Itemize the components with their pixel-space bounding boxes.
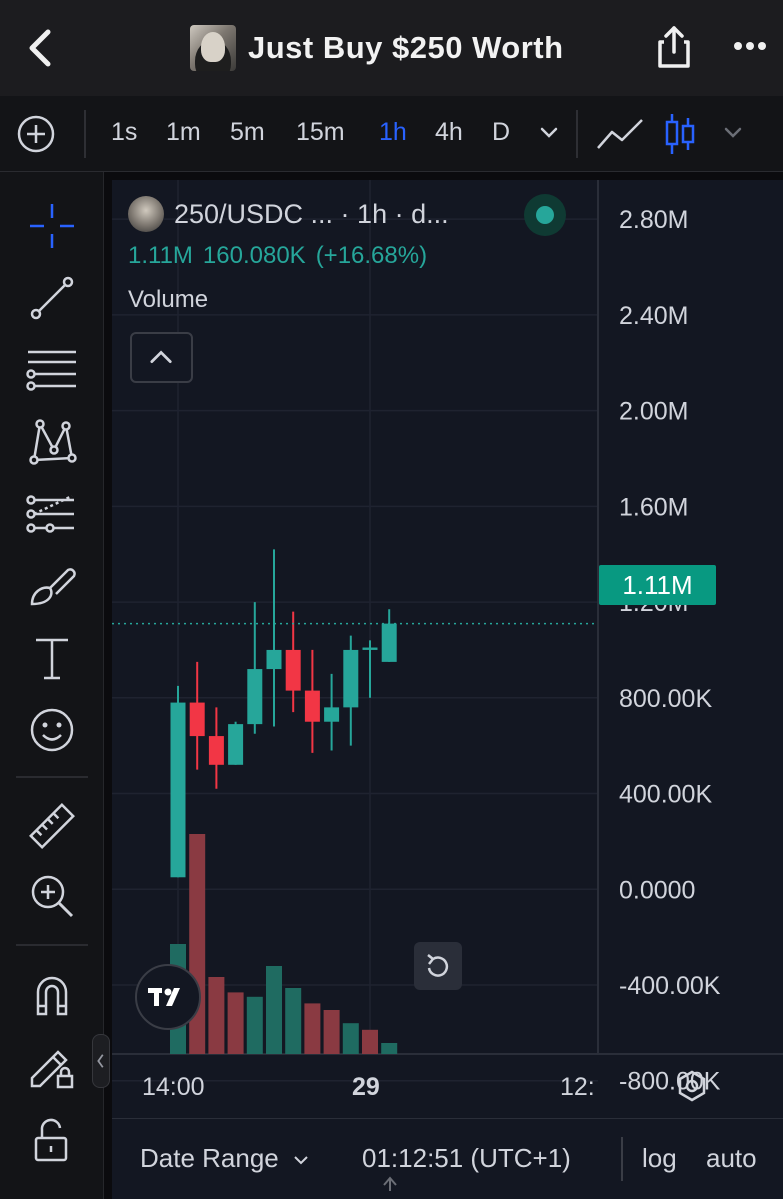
top-bar: Just Buy $250 Worth — [0, 0, 783, 96]
price-axis-label: 0.0000 — [619, 876, 695, 904]
price-axis-label: 1.60M — [619, 493, 688, 521]
change-percent: (+16.68%) — [315, 242, 428, 269]
timeframe-5m[interactable]: 5m — [230, 118, 265, 147]
volume-bar — [342, 1023, 359, 1054]
timeframe-15m[interactable]: 15m — [296, 118, 345, 147]
date-range-label: Date Range — [140, 1143, 279, 1173]
volume-bar — [304, 1003, 321, 1054]
chart-settings-icon[interactable] — [674, 1068, 710, 1104]
collapse-sidebar-icon[interactable] — [92, 1034, 110, 1088]
zoom-in-icon[interactable] — [24, 868, 80, 924]
timeframe-4h[interactable]: 4h — [435, 118, 463, 147]
emoji-icon[interactable] — [24, 702, 80, 758]
candle-body — [381, 623, 397, 662]
title-group: Just Buy $250 Worth — [190, 24, 564, 72]
price-axis-label: 2.00M — [619, 398, 688, 426]
add-symbol-icon[interactable] — [16, 114, 56, 154]
price-axis-label: 400.00K — [619, 781, 712, 809]
date-range-button[interactable]: Date Range — [140, 1143, 310, 1174]
bottom-divider — [621, 1137, 623, 1181]
lock-drawings-icon[interactable] — [24, 1038, 80, 1094]
volume-bar — [208, 977, 225, 1054]
candle-body — [362, 647, 378, 650]
more-icon[interactable] — [730, 34, 770, 58]
timezone-clock[interactable]: 01:12:51 (UTC+1) — [362, 1143, 571, 1174]
timeframe-1m[interactable]: 1m — [166, 118, 201, 147]
log-scale-toggle[interactable]: log — [642, 1143, 677, 1174]
market-status-indicator[interactable] — [524, 194, 566, 236]
bottom-bar: Date Range 01:12:51 (UTC+1) log auto — [112, 1118, 783, 1199]
toolbar-divider — [84, 110, 86, 158]
chevron-down-icon[interactable] — [538, 124, 560, 142]
sidebar-divider — [16, 776, 88, 778]
time-axis-label: 29 — [352, 1073, 380, 1101]
trend-line-icon[interactable] — [24, 270, 80, 326]
forecast-icon[interactable] — [24, 486, 80, 542]
crosshair-icon[interactable] — [24, 198, 80, 254]
collapse-legend-button[interactable] — [130, 332, 193, 383]
last-value: 1.11M — [128, 242, 193, 269]
timeframe-d[interactable]: D — [492, 118, 510, 147]
candlestick-icon[interactable] — [664, 112, 696, 156]
candle-body — [304, 690, 320, 722]
candle-body — [228, 724, 244, 765]
arrow-up-icon — [383, 1176, 397, 1191]
symbol-row[interactable]: 250/USDC ... · 1h · d... — [128, 194, 566, 236]
horizontal-lines-icon[interactable] — [24, 342, 80, 398]
magnet-icon[interactable] — [24, 966, 80, 1022]
candle-body — [247, 669, 263, 725]
volume-bar — [323, 1010, 340, 1054]
reset-chart-icon[interactable] — [414, 942, 462, 990]
volume-bar — [266, 966, 282, 1054]
volume-indicator-label[interactable]: Volume — [128, 286, 449, 314]
ohlc-values: 1.11M 160.080K (+16.68%) — [128, 242, 449, 270]
pattern-icon[interactable] — [24, 414, 80, 470]
token-avatar — [190, 25, 236, 71]
volume-bar — [227, 992, 244, 1054]
symbol-label: 250/USDC ... · 1h · d... — [174, 198, 449, 229]
volume-bar — [381, 1043, 398, 1054]
unlock-icon[interactable] — [24, 1112, 80, 1168]
current-price-tag: 1.11M — [599, 565, 716, 605]
sidebar-divider — [16, 944, 88, 946]
text-icon[interactable] — [24, 630, 80, 686]
chart-toolbar: 1s 1m 5m 15m 1h 4h D — [0, 96, 783, 172]
candle-body — [343, 649, 359, 708]
symbol-avatar — [128, 196, 164, 232]
tradingview-logo[interactable] — [135, 964, 201, 1030]
candle-body — [208, 736, 224, 765]
volume-bar — [362, 1029, 378, 1054]
timeframe-1s[interactable]: 1s — [111, 118, 137, 147]
time-axis-label: 12: — [560, 1073, 595, 1101]
chevron-down-icon — [294, 1156, 308, 1165]
volume-bar — [189, 834, 206, 1054]
auto-scale-toggle[interactable]: auto — [706, 1143, 757, 1174]
price-axis-label: -400.00K — [619, 972, 721, 1000]
brush-icon[interactable] — [24, 558, 80, 614]
ruler-icon[interactable] — [24, 798, 80, 854]
candle-body — [324, 707, 340, 722]
candle-body — [285, 649, 301, 691]
candle-body — [266, 649, 282, 670]
line-chart-icon[interactable] — [596, 114, 644, 154]
price-axis-label: 2.80M — [619, 206, 688, 234]
price-axis-label: 800.00K — [619, 685, 712, 713]
candle-body — [170, 702, 186, 878]
drawing-toolbar — [0, 172, 104, 1199]
tradingview-logo-icon — [148, 988, 180, 1006]
time-axis-label: 14:00 — [142, 1073, 205, 1101]
chart-pane[interactable]: 2.80M2.40M2.00M1.60M1.20M800.00K400.00K0… — [112, 180, 783, 1199]
timeframe-1h[interactable]: 1h — [379, 118, 407, 147]
back-arrow-icon[interactable] — [22, 26, 58, 70]
chevron-down-icon[interactable] — [722, 124, 744, 142]
change-value: 160.080K — [202, 242, 306, 269]
candle-body — [189, 702, 205, 737]
price-axis-label: 2.40M — [619, 302, 688, 330]
volume-bar — [246, 996, 263, 1054]
toolbar-divider — [576, 110, 578, 158]
page-title: Just Buy $250 Worth — [248, 30, 564, 65]
share-icon[interactable] — [654, 24, 694, 70]
chart-legend: 250/USDC ... · 1h · d... 1.11M 160.080K (+… — [128, 194, 566, 314]
volume-bar — [285, 988, 302, 1054]
